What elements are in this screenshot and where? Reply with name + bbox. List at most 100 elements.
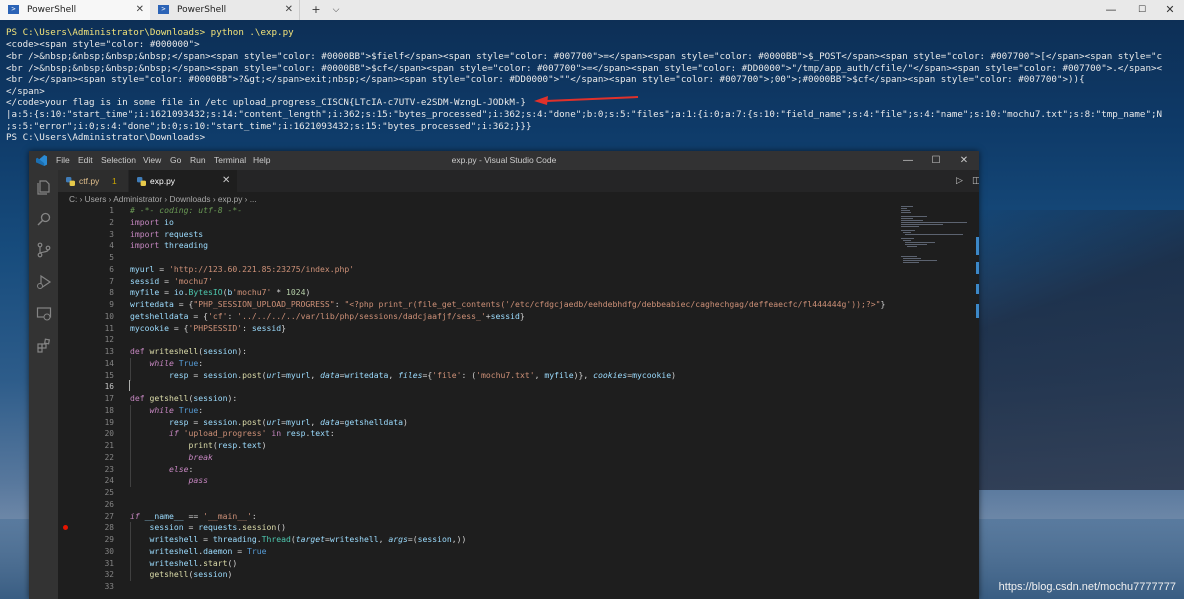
powershell-icon: > [158,5,169,14]
text-cursor [129,380,130,391]
scroll-marker [976,304,979,318]
code-line: import requests [130,228,204,239]
maximize-button[interactable]: ☐ [1128,0,1156,20]
vscode-logo-icon [36,155,47,166]
python-file-icon [66,177,75,186]
menu-file[interactable]: File [56,151,70,170]
line-number: 23 [104,464,114,474]
minimize-button[interactable]: — [1097,0,1125,20]
tab-ctf-py[interactable]: ctf.py 1 [58,170,128,192]
terminal-tab-1[interactable]: > PowerShell ✕ [0,0,150,20]
code-line: session = requests.session() [149,522,286,533]
code-line: print(resp.text) [188,440,267,450]
code-line: def getshell(session): [130,393,238,403]
line-number: 1 [109,206,114,215]
terminal-tab-2[interactable]: > PowerShell ✕ [150,0,300,20]
code-line: break [188,451,213,462]
menu-go[interactable]: Go [170,151,181,170]
vscode-titlebar: File Edit Selection View Go Run Terminal… [29,151,979,170]
code-line: else: [168,463,194,474]
run-file-button[interactable]: ▷ [956,170,963,192]
terminal-tab-label: PowerShell [27,5,77,15]
menu-terminal[interactable]: Terminal [214,151,246,170]
indent-guide [130,404,131,487]
line-number: 8 [109,288,114,298]
wallpaper-structure [964,210,1184,490]
line-number: 22 [104,452,114,462]
powershell-icon: > [8,5,19,14]
line-number: 7 [109,276,114,286]
line-number: 24 [104,476,114,486]
terminal-tab-bar: > PowerShell ✕ > PowerShell ✕ + ⌵ — ☐ ✕ [0,0,1184,20]
split-editor-button[interactable]: ◫ [972,170,979,192]
code-line: resp = session.post(url=myurl, data=writ… [168,369,676,380]
python-file-icon [137,177,146,186]
line-number: 19 [104,417,114,427]
menu-help[interactable]: Help [253,151,270,170]
line-number: 3 [109,229,114,239]
line-number: 33 [104,582,114,591]
menu-selection[interactable]: Selection [101,151,136,170]
vscode-minimize-button[interactable]: — [894,151,922,170]
terminal-line: |a:5:{s:10:"start_time";i:1621093432;s:1… [6,109,1163,120]
line-number: 6 [109,264,114,274]
vscode-close-button[interactable]: ✕ [950,151,978,170]
terminal-line: PS C:\Users\Administrator\Downloads> pyt… [6,27,294,38]
terminal-line: ;s:5:"error";i:0;s:4:"done";b:0;s:10:"st… [6,121,532,132]
code-line: while True: [149,357,204,368]
code-line: writeshell.daemon = True [149,545,267,556]
code-line: if __name__ == '__main__': [130,510,257,521]
vscode-window: File Edit Selection View Go Run Terminal… [29,151,979,599]
minimap[interactable] [899,205,969,265]
close-window-button[interactable]: ✕ [1156,0,1184,20]
close-tab-icon[interactable]: ✕ [136,0,144,20]
terminal-prompt: PS C:\Users\Administrator\Downloads> [6,132,206,143]
editor-scrollbar[interactable] [973,192,979,599]
search-icon[interactable] [36,211,52,227]
menu-edit[interactable]: Edit [78,151,93,170]
menu-run[interactable]: Run [190,151,206,170]
line-number: 29 [104,535,114,544]
scroll-marker [976,284,979,294]
line-number: 32 [104,570,114,580]
indent-guide [130,522,131,581]
terminal-line: <code><span style="color: #000000"> [6,39,200,50]
tab-exp-py[interactable]: exp.py ✕ [129,170,237,192]
scroll-marker [976,262,979,274]
source-control-icon[interactable] [36,242,52,258]
line-number: 16 [104,382,114,392]
line-number: 31 [104,558,114,568]
code-line: pass [188,475,208,486]
code-line: import threading [130,240,208,251]
code-line: resp = session.post(url=myurl, data=gets… [168,416,408,427]
menu-view[interactable]: View [143,151,161,170]
watermark: https://blog.csdn.net/mochu7777777 [998,581,1176,593]
line-number: 10 [104,311,114,321]
line-number: 2 [109,217,114,227]
extensions-icon[interactable] [36,338,52,354]
code-line: # -*- coding: utf-8 -*- [130,205,243,215]
line-number: 18 [104,405,114,415]
remote-explorer-icon[interactable] [36,306,52,322]
vscode-maximize-button[interactable]: ☐ [922,151,950,170]
terminal-line: <br />&nbsp;&nbsp;&nbsp;&nbsp;</span><sp… [6,63,1163,74]
files-icon[interactable] [36,179,52,195]
new-tab-button[interactable]: + [306,0,326,20]
code-line: if 'upload_progress' in resp.text: [168,428,335,439]
terminal-line: </span> [6,86,45,97]
line-number: 27 [104,511,114,521]
code-line: mycookie = {'PHPSESSID': sessid} [130,322,286,333]
code-line: while True: [149,404,204,415]
close-tab-icon[interactable]: ✕ [285,0,293,20]
line-number: 17 [104,394,114,403]
problems-badge: 1 [112,176,117,186]
tab-label: exp.py [150,176,176,186]
line-number: 5 [109,253,114,262]
red-arrow-annotation [534,96,639,105]
tab-dropdown-button[interactable]: ⌵ [327,0,345,20]
line-number: 4 [109,241,114,251]
scroll-marker [976,237,979,255]
close-tab-icon[interactable]: ✕ [222,170,230,192]
run-debug-icon[interactable] [36,274,52,290]
breakpoint-icon[interactable] [63,525,68,530]
